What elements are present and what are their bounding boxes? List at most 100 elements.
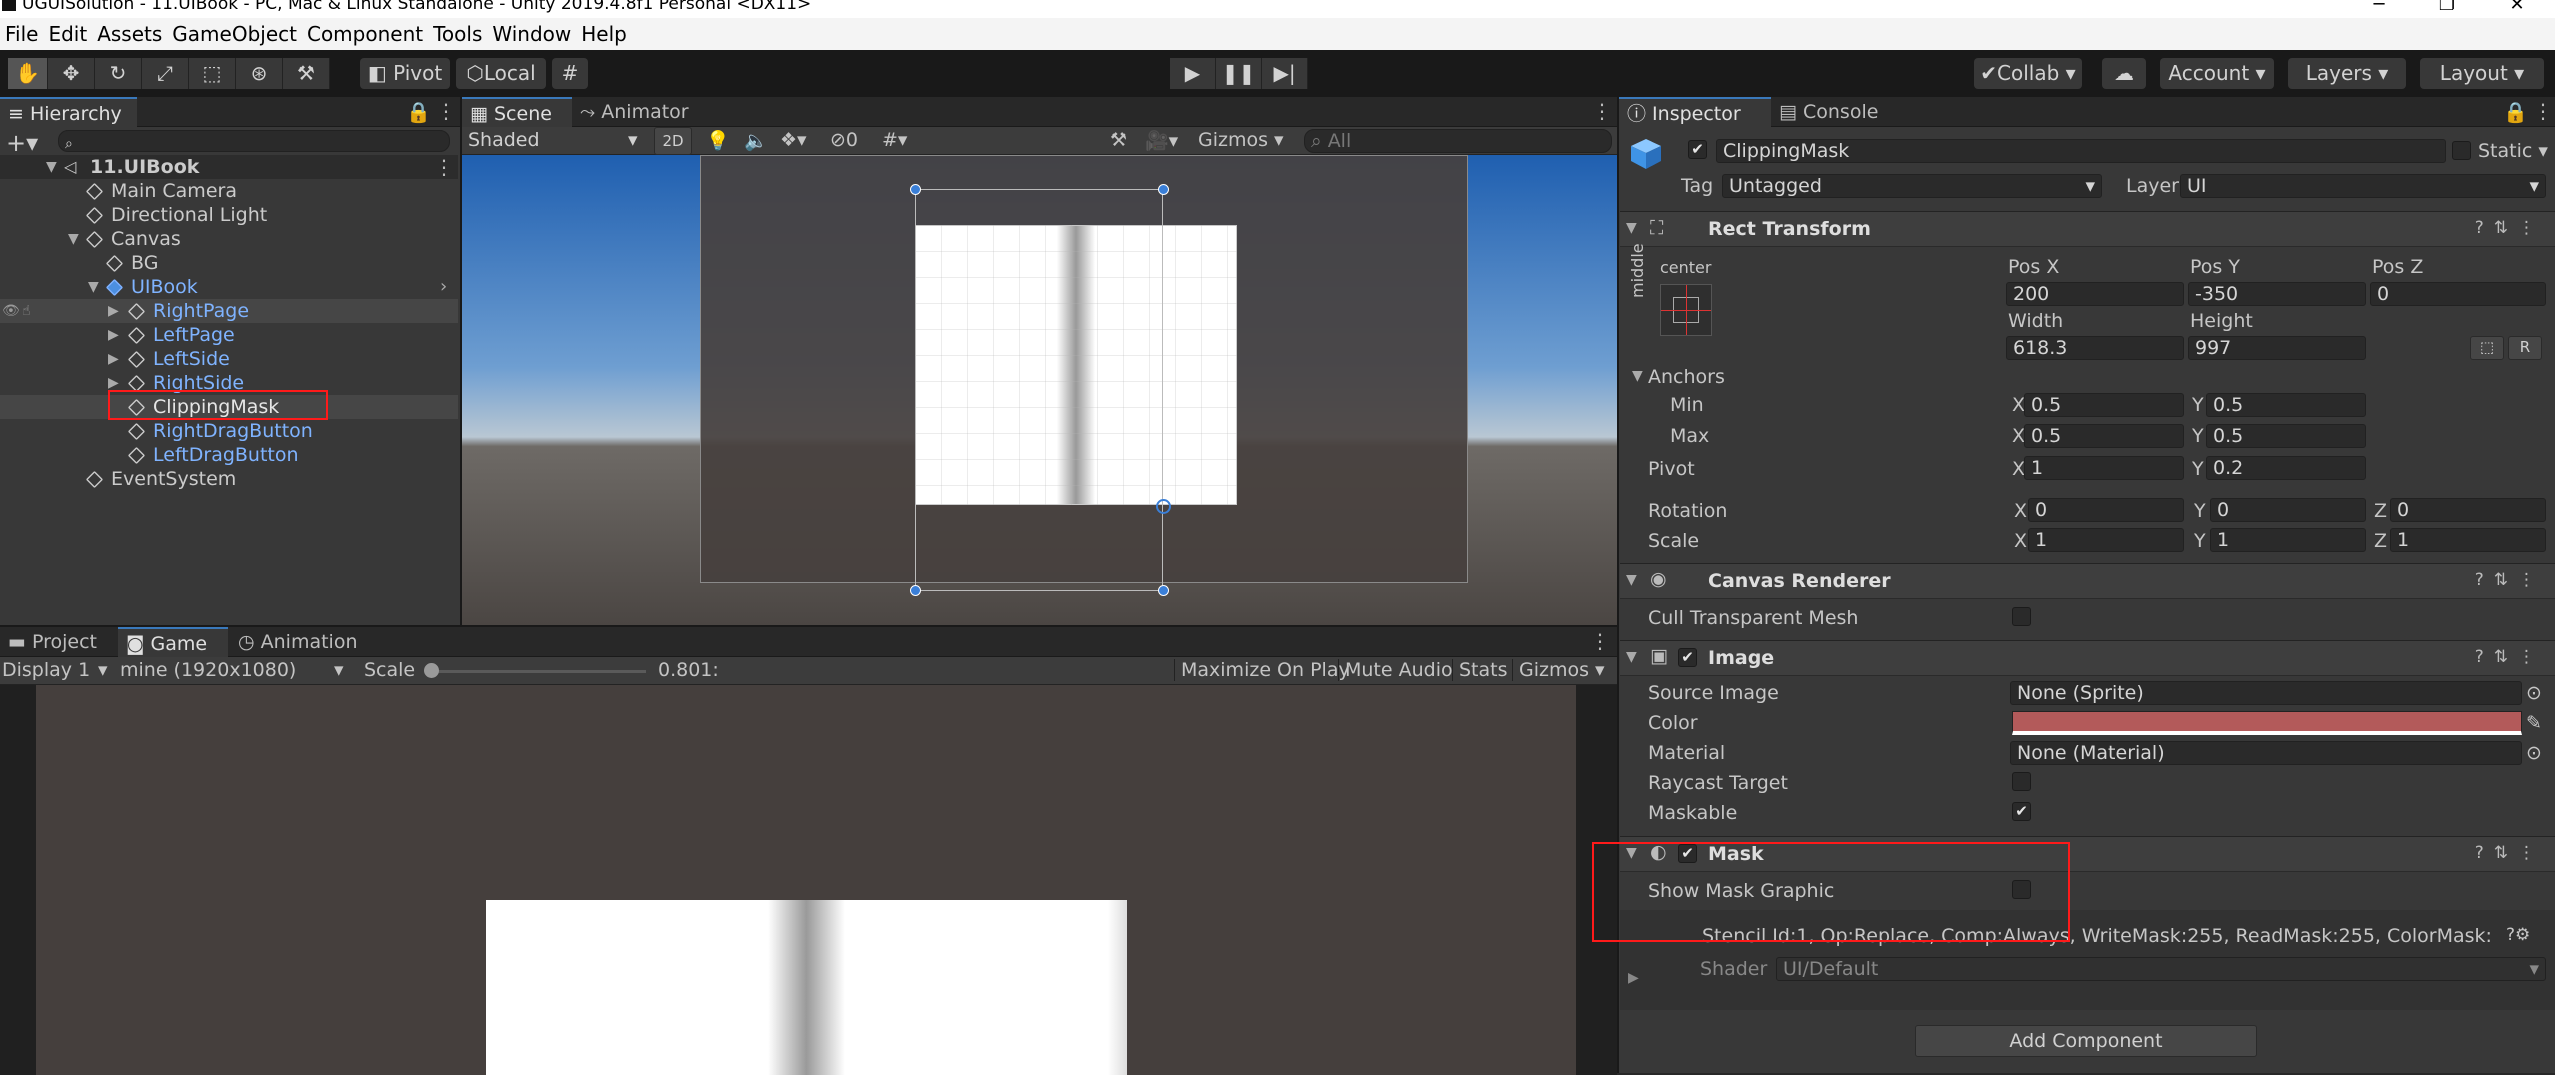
hierarchy-item[interactable]: RightDragButton xyxy=(0,419,458,443)
height-input[interactable]: 997 xyxy=(2188,336,2366,360)
raw-edit-button[interactable]: R xyxy=(2508,336,2542,360)
layers-dropdown[interactable]: Layers ▾ xyxy=(2288,58,2406,89)
snap-grid-icon[interactable]: # xyxy=(552,58,588,89)
lock-icon[interactable]: 🔒 xyxy=(2503,102,2528,122)
effects-icon[interactable]: ❖▾ xyxy=(780,129,807,151)
collapse-arrow-icon[interactable]: ▼ xyxy=(1626,649,1637,665)
local-toggle[interactable]: ⬡Local xyxy=(456,58,546,89)
tools-icon[interactable]: ⚒ xyxy=(1110,129,1127,151)
pause-icon[interactable]: ❚❚ xyxy=(1216,58,1262,89)
static-checkbox[interactable] xyxy=(2452,141,2471,160)
menu-gameobject[interactable]: GameObject xyxy=(167,18,302,50)
pivot-handle-icon[interactable] xyxy=(1156,499,1171,514)
hidden-objects-toggle[interactable]: ⊘0 xyxy=(830,129,858,151)
rect-handle-icon[interactable] xyxy=(1158,585,1169,596)
image-enabled-checkbox[interactable]: ✔ xyxy=(1678,648,1697,667)
rotate-tool-icon[interactable]: ↻ xyxy=(95,58,142,89)
object-picker-icon[interactable]: ⊙ xyxy=(2526,742,2542,764)
expand-arrow-icon[interactable]: ▶ xyxy=(108,299,119,323)
scene-search-input[interactable]: ⌕ All xyxy=(1304,129,1612,153)
hierarchy-menu-icon[interactable]: ⋮ xyxy=(436,101,456,121)
hierarchy-item[interactable]: Main Camera xyxy=(0,179,458,203)
rotation-x-input[interactable]: 0 xyxy=(2028,498,2184,522)
hierarchy-search-input[interactable]: ⌕ xyxy=(58,130,450,152)
expand-arrow-icon[interactable]: ▼ xyxy=(46,155,57,179)
hierarchy-item[interactable]: ▶ LeftSide xyxy=(0,347,458,371)
scale-z-input[interactable]: 1 xyxy=(2390,528,2546,552)
tab-console[interactable]: ▤ Console xyxy=(1771,97,1901,127)
collapse-arrow-icon[interactable]: ▼ xyxy=(1626,572,1637,588)
grid-icon[interactable]: #▾ xyxy=(882,129,907,151)
material-field[interactable]: None (Material) xyxy=(2010,741,2522,765)
rect-tool-icon[interactable]: ⬚ xyxy=(189,58,236,89)
active-checkbox[interactable]: ✔ xyxy=(1688,140,1707,159)
width-input[interactable]: 618.3 xyxy=(2006,336,2184,360)
cull-transparent-checkbox[interactable] xyxy=(2012,607,2031,626)
scene-row[interactable]: ▼ ◁ 11.UIBook ⋮ xyxy=(0,155,458,179)
layout-dropdown[interactable]: Layout ▾ xyxy=(2420,58,2544,89)
tab-inspector[interactable]: ⓘ Inspector xyxy=(1619,97,1771,127)
hierarchy-item[interactable]: Directional Light xyxy=(0,203,458,227)
camera-icon[interactable]: 🎥▾ xyxy=(1145,129,1178,152)
scale-slider-track[interactable] xyxy=(432,670,646,673)
rect-handle-icon[interactable] xyxy=(910,184,921,195)
anchor-min-x-input[interactable]: 0.5 xyxy=(2024,393,2184,417)
scale-y-input[interactable]: 1 xyxy=(2210,528,2366,552)
pivot-toggle[interactable]: ◧ Pivot xyxy=(360,58,450,89)
rect-handle-icon[interactable] xyxy=(910,585,921,596)
menu-help[interactable]: Help xyxy=(576,18,632,50)
source-image-field[interactable]: None (Sprite) xyxy=(2010,681,2522,705)
maximize-on-play-toggle[interactable]: Maximize On Play xyxy=(1174,659,1350,681)
shader-dropdown[interactable]: UI/Default ▾ xyxy=(1776,957,2546,981)
anchor-min-y-input[interactable]: 0.5 xyxy=(2206,393,2366,417)
tab-project[interactable]: ▬ Project xyxy=(0,627,118,657)
shading-dropdown[interactable]: Shaded ▾ xyxy=(468,129,644,151)
anchors-collapse-arrow-icon[interactable]: ▼ xyxy=(1632,368,1643,384)
raycast-target-checkbox[interactable] xyxy=(2012,772,2031,791)
pos-y-input[interactable]: -350 xyxy=(2188,282,2366,306)
scene-menu-icon[interactable]: ⋮ xyxy=(1592,101,1612,121)
menu-file[interactable]: File xyxy=(0,18,43,50)
inspector-menu-icon[interactable]: ⋮ xyxy=(2533,101,2553,121)
tab-game[interactable]: ◙ Game xyxy=(118,627,228,657)
menu-tools[interactable]: Tools xyxy=(428,18,487,50)
account-dropdown[interactable]: Account ▾ xyxy=(2160,58,2274,89)
anchor-max-x-input[interactable]: 0.5 xyxy=(2024,424,2184,448)
visibility-eye-icon[interactable]: 👁 xyxy=(2,299,20,323)
object-name-input[interactable]: ClippingMask xyxy=(1716,139,2446,163)
anchor-max-y-input[interactable]: 0.5 xyxy=(2206,424,2366,448)
lighting-icon[interactable]: 💡 xyxy=(706,129,730,152)
hand-tool-icon[interactable]: ✋ xyxy=(8,58,48,89)
collab-dropdown[interactable]: ✔Collab ▾ xyxy=(1974,58,2082,89)
menu-assets[interactable]: Assets xyxy=(92,18,167,50)
anchor-preset-icon[interactable] xyxy=(1660,284,1712,336)
pos-z-input[interactable]: 0 xyxy=(2370,282,2546,306)
game-view[interactable] xyxy=(36,685,1576,1075)
collapse-arrow-icon[interactable]: ▼ xyxy=(1626,220,1637,236)
eyedropper-icon[interactable]: ✎ xyxy=(2526,712,2542,734)
expand-arrow-icon[interactable]: ▶ xyxy=(108,347,119,371)
rect-transform-header[interactable]: ▼ ⛶ Rect Transform ?⇅⋮ xyxy=(1620,211,2555,247)
rotation-y-input[interactable]: 0 xyxy=(2210,498,2366,522)
hierarchy-item[interactable]: EventSystem xyxy=(0,467,458,491)
lock-icon[interactable]: 🔒 xyxy=(406,102,431,122)
image-header[interactable]: ▼ ▣ ✔ Image ?⇅⋮ xyxy=(1620,640,2555,676)
step-icon[interactable]: ▶| xyxy=(1262,58,1308,89)
add-component-button[interactable]: Add Component xyxy=(1915,1025,2257,1057)
component-header-icons[interactable]: ?⇅⋮ xyxy=(2475,218,2545,238)
transform-tool-icon[interactable]: ⊛ xyxy=(236,58,283,89)
hierarchy-item[interactable]: ▼ UIBook › xyxy=(0,275,458,299)
tab-scene[interactable]: ▦ Scene xyxy=(462,97,572,127)
expand-arrow-icon[interactable]: ▶ xyxy=(1628,970,1639,986)
component-header-icons[interactable]: ?⇅⋮ xyxy=(2475,570,2545,590)
tab-animation[interactable]: ◷ Animation xyxy=(230,627,370,657)
layer-dropdown[interactable]: UI ▾ xyxy=(2180,174,2546,198)
scale-tool-icon[interactable]: ⤢ xyxy=(142,58,189,89)
static-dropdown[interactable]: Static ▾ xyxy=(2478,140,2548,162)
minimize-icon[interactable]: ─ xyxy=(2368,0,2390,15)
tag-dropdown[interactable]: Untagged ▾ xyxy=(1722,174,2102,198)
pivot-y-input[interactable]: 0.2 xyxy=(2206,456,2366,480)
pivot-x-input[interactable]: 1 xyxy=(2024,456,2184,480)
canvas-renderer-header[interactable]: ▼ ◉ Canvas Renderer ?⇅⋮ xyxy=(1620,563,2555,599)
scene-viewport[interactable] xyxy=(462,155,1619,625)
